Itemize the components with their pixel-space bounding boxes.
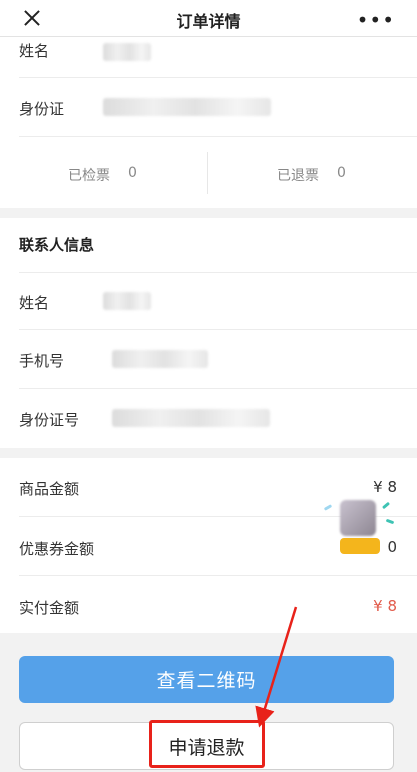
- coupon-amount-label: 优惠券金额: [19, 540, 95, 558]
- refund-highlight-box: [149, 720, 265, 768]
- contact-phone-row: 手机号: [0, 330, 417, 388]
- contact-id-label: 身份证号: [19, 411, 80, 429]
- paid-amount-row: 实付金额 ¥ 8: [0, 576, 417, 633]
- passenger-id-row: 身份证: [0, 78, 417, 136]
- floating-promo-badge[interactable]: [323, 500, 395, 556]
- passenger-name-value: [103, 43, 151, 61]
- passenger-id-value: [103, 98, 271, 116]
- checked-count: 0: [128, 165, 137, 181]
- coupon-amount-value: 0: [387, 538, 397, 556]
- paid-amount-value: ¥ 8: [373, 597, 397, 615]
- refunded-count: 0: [337, 165, 346, 181]
- contact-phone-label: 手机号: [19, 352, 65, 370]
- page-title: 订单详情: [176, 12, 241, 31]
- contact-id-row: 身份证号: [0, 389, 417, 448]
- paid-amount-label: 实付金额: [19, 599, 80, 617]
- checked-label: 已检票: [68, 168, 110, 184]
- contact-id-value: [112, 409, 270, 427]
- contact-name-row: 姓名: [0, 273, 417, 329]
- contact-section-title: 联系人信息: [19, 236, 95, 254]
- header-bar: 订单详情 •••: [0, 0, 417, 37]
- contact-phone-value: [112, 350, 208, 368]
- more-options-icon[interactable]: •••: [357, 8, 395, 32]
- goods-amount-value: ¥ 8: [373, 478, 397, 496]
- contact-title-row: 联系人信息: [0, 218, 417, 272]
- divider: [19, 136, 417, 137]
- passenger-name-row: 姓名: [0, 37, 417, 77]
- stat-separator: [207, 152, 208, 194]
- refunded-label: 已退票: [277, 168, 319, 184]
- contact-name-value: [103, 292, 151, 310]
- goods-amount-label: 商品金额: [19, 480, 80, 498]
- view-qrcode-button[interactable]: 查看二维码: [19, 656, 394, 703]
- avatar: [340, 500, 376, 536]
- passenger-name-label: 姓名: [19, 42, 50, 60]
- contact-name-label: 姓名: [19, 294, 50, 312]
- promo-tag: [340, 538, 380, 554]
- passenger-id-label: 身份证: [19, 100, 65, 118]
